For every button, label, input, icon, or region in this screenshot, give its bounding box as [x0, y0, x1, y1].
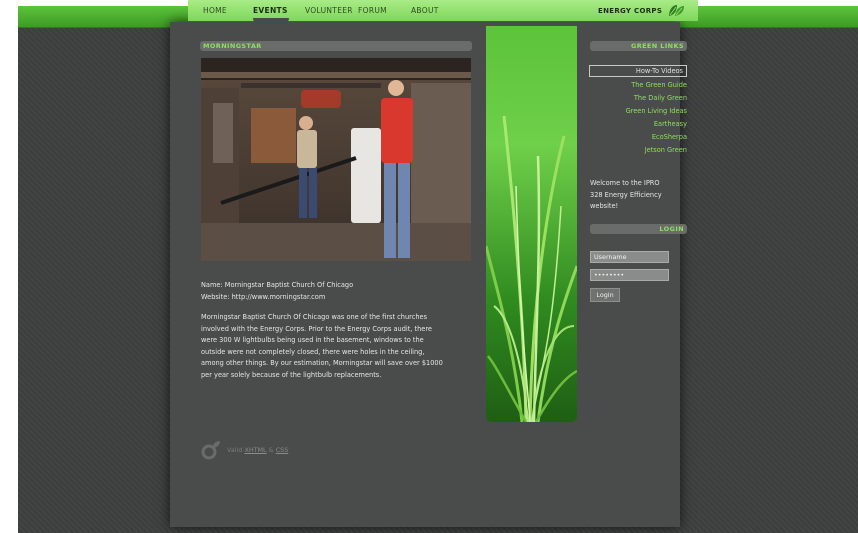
- description-line: outside were not completely closed, ther…: [201, 347, 425, 356]
- username-input[interactable]: [590, 251, 669, 263]
- login-button[interactable]: Login: [590, 288, 620, 302]
- active-tab-notch: [253, 18, 289, 24]
- nav-home[interactable]: HOME: [203, 6, 227, 15]
- basement-scene: [201, 58, 471, 261]
- valid-label: Valid: [227, 446, 243, 454]
- top-navigation: HOME EVENTS VOLUNTEER FORUM ABOUT ENERGY…: [188, 0, 698, 24]
- church-website: Website: http://www.morningstar.com: [201, 292, 326, 301]
- link-jetson-green[interactable]: Jetson Green: [645, 146, 687, 154]
- page-title: MORNINGSTAR: [203, 42, 262, 50]
- login-bar: LOGIN: [590, 224, 687, 234]
- link-green-guide[interactable]: The Green Guide: [631, 81, 687, 89]
- description-line: were 300 W lightbulbs being used in the …: [201, 336, 424, 344]
- link-daily-green[interactable]: The Daily Green: [634, 94, 687, 102]
- grass-decoration: [486, 26, 577, 422]
- grass-blades: [486, 115, 577, 422]
- css-link[interactable]: CSS: [276, 446, 289, 454]
- green-links-bar: GREEN LINKS: [590, 41, 687, 51]
- church-info: Name: Morningstar Baptist Church Of Chic…: [201, 280, 476, 303]
- login-title: LOGIN: [659, 225, 684, 233]
- nav-forum[interactable]: FORUM: [358, 6, 387, 15]
- welcome-message: Welcome to the IPRO 328 Energy Efficienc…: [590, 178, 688, 213]
- description-line: among other things. By our estimation, M…: [201, 359, 443, 367]
- link-green-living-ideas[interactable]: Green Living Ideas: [626, 107, 687, 115]
- main-title-bar: MORNINGSTAR: [200, 41, 472, 51]
- footer: Valid XHTML & CSS: [200, 440, 330, 460]
- link-ecosherpa[interactable]: EcoSherpa: [652, 133, 687, 141]
- logo-mark-icon: [201, 441, 220, 460]
- welcome-line: website!: [590, 202, 619, 210]
- welcome-line: 328 Energy Efficiency: [590, 190, 662, 199]
- church-basement-photo: [201, 58, 471, 261]
- green-links-title: GREEN LINKS: [630, 42, 684, 50]
- description-line: involved with the Energy Corps. Prior to…: [201, 324, 432, 333]
- church-description: Morningstar Baptist Church Of Chicago wa…: [201, 312, 476, 381]
- xhtml-link[interactable]: XHTML: [244, 446, 266, 454]
- validity-text: Valid XHTML & CSS: [227, 446, 288, 454]
- church-name: Name: Morningstar Baptist Church Of Chic…: [201, 281, 354, 289]
- description-line: per year solely because of the lightbulb…: [201, 370, 382, 379]
- description-line: Morningstar Baptist Church Of Chicago wa…: [201, 313, 428, 321]
- nav-about[interactable]: ABOUT: [411, 6, 439, 15]
- ampersand: &: [268, 446, 274, 454]
- green-links-list: How-To Videos The Green Guide The Daily …: [589, 65, 687, 165]
- welcome-line: Welcome to the IPRO: [590, 179, 660, 187]
- link-eartheasy[interactable]: Eartheasy: [654, 120, 687, 128]
- link-how-to-videos[interactable]: How-To Videos: [589, 65, 687, 77]
- nav-volunteer[interactable]: VOLUNTEER: [305, 6, 353, 15]
- nav-events[interactable]: EVENTS: [253, 6, 288, 15]
- leaf-icon: [669, 5, 684, 16]
- password-input[interactable]: [590, 269, 669, 281]
- brand-name: ENERGY CORPS: [598, 7, 663, 15]
